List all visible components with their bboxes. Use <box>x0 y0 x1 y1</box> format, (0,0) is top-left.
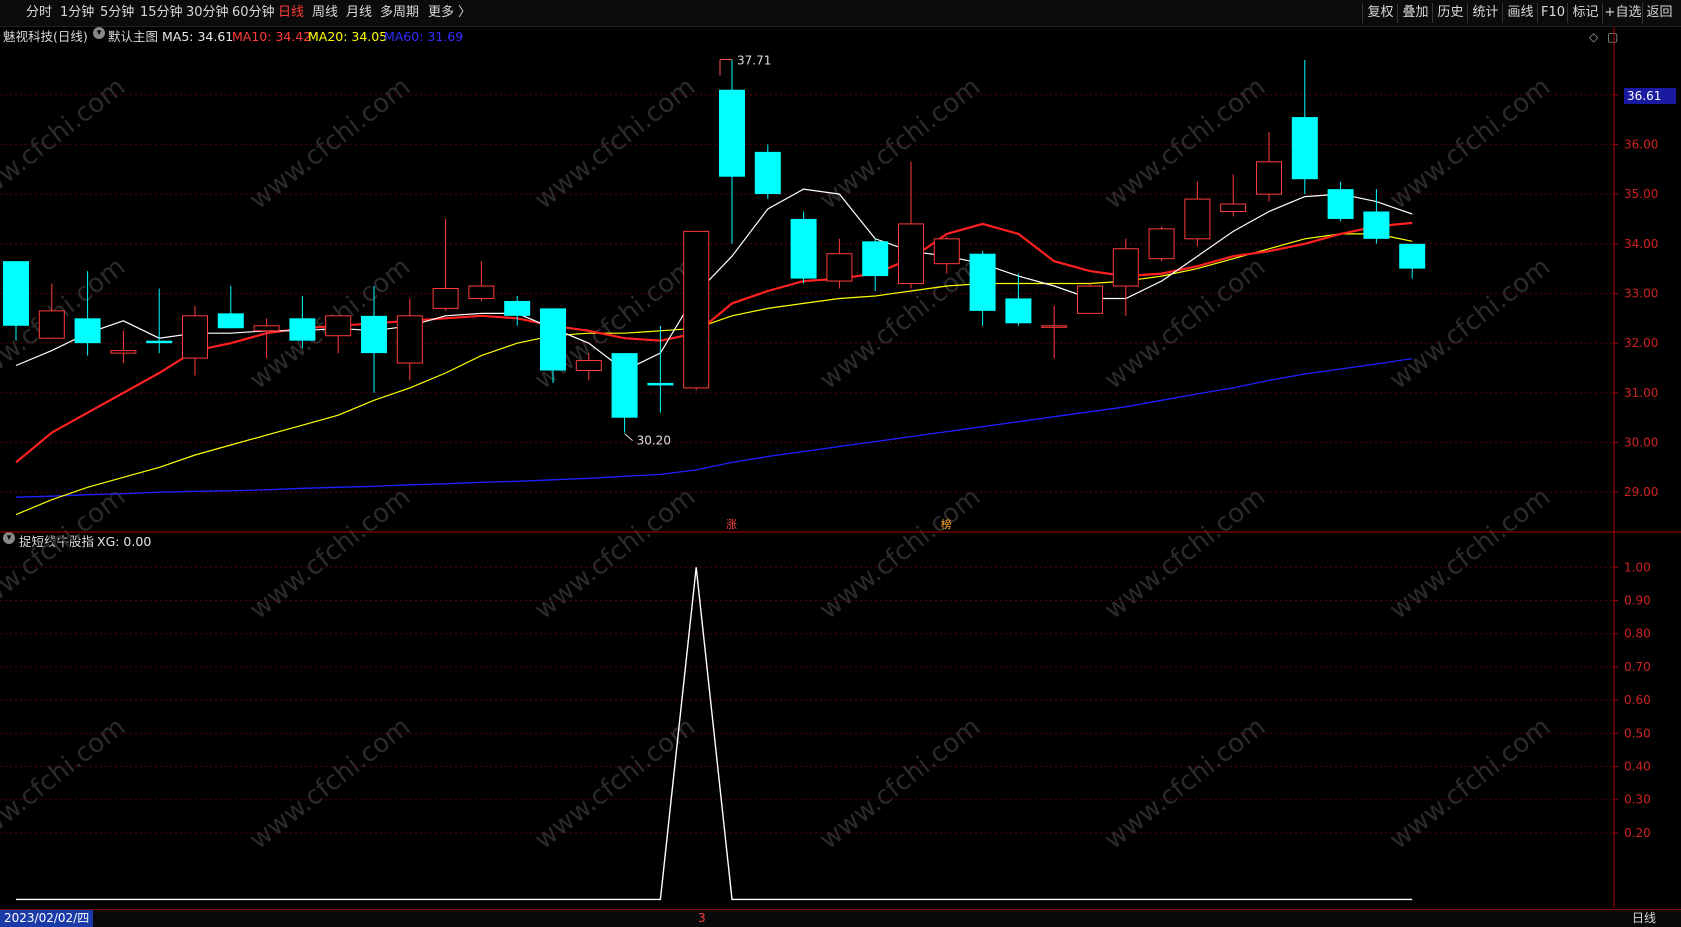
candle-body-up <box>575 360 602 372</box>
event-mark-2: 榜 <box>941 517 952 531</box>
candle-body-up <box>1041 325 1068 328</box>
price-tick-label: 36.00 <box>1624 137 1658 151</box>
candle-body-down <box>361 315 387 354</box>
indicator-tick-label: 0.70 <box>1624 660 1651 674</box>
event-mark-1: 涨 <box>726 518 737 531</box>
price-tick-label: 30.00 <box>1624 436 1658 450</box>
candle-body-down <box>1005 298 1032 324</box>
candle-body-up <box>1148 228 1175 260</box>
candle-body-up <box>898 223 924 285</box>
candle-body-down <box>1399 243 1426 269</box>
candle-body-down <box>611 353 638 418</box>
candle-body-up <box>468 285 495 299</box>
candle-body-down <box>1327 189 1354 219</box>
candle-body-up <box>1256 161 1282 195</box>
candle-body-down <box>1363 211 1390 239</box>
candle-body-down <box>969 253 996 311</box>
ma10-line <box>15 221 1413 464</box>
indicator-tick-label: 0.60 <box>1624 693 1651 707</box>
candle-body-up <box>110 350 137 354</box>
candle-body-up <box>683 230 710 389</box>
candle-body-down <box>74 318 101 344</box>
indicator-tick-label: 0.50 <box>1624 726 1651 740</box>
price-tick-label: 32.00 <box>1624 336 1658 350</box>
price-tick-label: 29.00 <box>1624 485 1658 499</box>
candle-body-down <box>790 218 817 279</box>
candle-body-up <box>38 310 65 339</box>
candle-body-down <box>719 89 745 177</box>
price-tick-label: 33.00 <box>1624 286 1658 300</box>
high-label: 37.71 <box>737 53 771 67</box>
candle-body-up <box>826 253 853 282</box>
watermark-text: www.cfchi.com <box>1384 252 1556 396</box>
candle-body-up <box>1220 203 1247 212</box>
kline-chart[interactable]: www.cfchi.com www.cfchi.com www.cfchi.com w… <box>0 0 1681 926</box>
low-label: 30.20 <box>637 434 671 448</box>
price-tick-label: 31.00 <box>1624 386 1658 400</box>
indicator-tick-label: 0.90 <box>1624 593 1651 607</box>
watermark-text: www.cfchi.com <box>1384 482 1556 626</box>
watermark-text: www.cfchi.com <box>1099 482 1271 626</box>
status-bar: 2023/02/02/四 3 日线 <box>0 909 1681 927</box>
indicator-tick-label: 0.30 <box>1624 793 1651 807</box>
candle-body-down <box>647 382 674 386</box>
candle-body-down <box>1291 117 1318 180</box>
indicator-tick-label: 1.00 <box>1624 560 1651 574</box>
candle-body-down <box>754 151 781 195</box>
price-tick-label: 35.00 <box>1624 187 1658 201</box>
candle-body-down <box>540 308 566 371</box>
candle-body-up <box>325 315 352 337</box>
candle-body-up <box>1184 198 1211 240</box>
current-price-badge: 36.61 <box>1624 88 1676 104</box>
candle-body-down <box>217 313 244 329</box>
watermark-text: www.cfchi.com <box>244 482 416 626</box>
ma20-line <box>15 233 1413 516</box>
watermark-text: www.cfchi.com <box>529 482 701 626</box>
period-label: 日线 <box>1632 911 1657 925</box>
candle-body-up <box>1112 248 1139 287</box>
price-axis: 29.00 30.00 31.00 32.00 33.00 34.00 35.00 36.00… <box>1614 88 1658 840</box>
cursor-date: 2023/02/02/四 <box>0 910 94 927</box>
candle-body-up <box>182 315 208 359</box>
candle-body-up <box>396 315 423 364</box>
candle-body-down <box>504 300 531 316</box>
indicator-tick-label: 0.20 <box>1624 826 1651 840</box>
candle-body-up <box>432 288 459 309</box>
watermark-text: www.cfchi.com <box>0 482 131 626</box>
low-marker-line <box>624 433 633 441</box>
candle-body-down <box>862 241 889 277</box>
timeline-marker: 3 <box>698 911 706 925</box>
candle-body-down <box>289 318 316 341</box>
ma60-line <box>15 357 1413 498</box>
candle-body-up <box>1077 285 1103 314</box>
candle-body-down <box>3 261 29 326</box>
watermark-text: www.cfchi.com <box>814 482 986 626</box>
indicator-tick-label: 0.80 <box>1624 627 1651 641</box>
candle-body-down <box>146 340 173 344</box>
candle-body-up <box>253 325 280 332</box>
candle-body-up <box>933 238 960 265</box>
price-tick-label: 34.00 <box>1624 237 1658 251</box>
indicator-tick-label: 0.40 <box>1624 760 1651 774</box>
